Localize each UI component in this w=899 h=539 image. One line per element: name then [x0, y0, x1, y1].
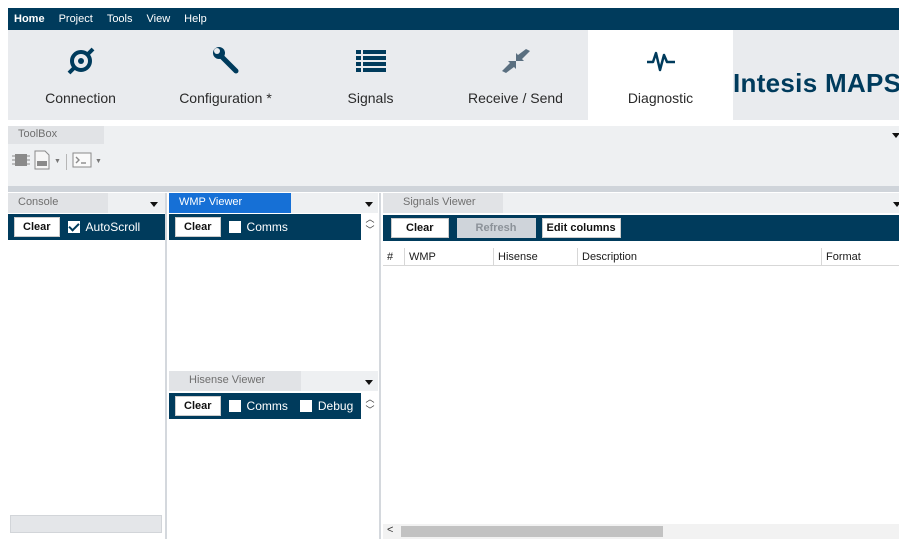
tab-label: Configuration *	[179, 90, 272, 106]
menu-home[interactable]: Home	[14, 13, 45, 25]
ribbon: Connection Configuration * Signals Recei…	[8, 30, 899, 120]
splitter[interactable]	[379, 193, 381, 539]
chevron-down-icon[interactable]: ﹀	[364, 225, 376, 236]
horizontal-scrollbar[interactable]: <	[383, 524, 899, 539]
tab-receive-send[interactable]: Receive / Send	[443, 30, 588, 120]
chevron-left-icon[interactable]: <	[387, 524, 393, 536]
terminal-icon[interactable]	[72, 152, 92, 171]
toolbox-header: ToolBox	[8, 126, 899, 144]
checkbox-label: Debug	[317, 399, 354, 413]
signals-table-header: # WMP Hisense Description Format	[383, 248, 899, 266]
hisense-viewer-toolbar: Clear Comms Debug	[169, 393, 361, 419]
column-header-wmp[interactable]: WMP	[405, 248, 494, 266]
autoscroll-checkbox[interactable]: AutoScroll	[67, 220, 141, 234]
wmp-viewer-dropdown-icon[interactable]	[365, 202, 373, 207]
list-icon	[355, 44, 386, 78]
signals-viewer-tab[interactable]: Signals Viewer	[383, 193, 503, 213]
splitter[interactable]	[165, 193, 167, 539]
signals-viewer-dropdown-icon[interactable]	[893, 202, 899, 207]
menu-help[interactable]: Help	[184, 13, 207, 25]
checkbox-box[interactable]	[299, 400, 312, 412]
hisense-scroll-buttons[interactable]: ︿ ﹀	[364, 394, 376, 416]
console-dropdown-icon[interactable]	[150, 202, 158, 207]
tab-label: Signals	[347, 90, 394, 106]
toolbox: ▼ ▼	[8, 144, 899, 186]
tab-label: Diagnostic	[627, 90, 694, 106]
connection-icon	[66, 44, 96, 78]
column-header-number[interactable]: #	[383, 248, 405, 266]
console-tab[interactable]: Console	[8, 193, 108, 213]
chevron-up-icon[interactable]: ︿	[364, 214, 376, 225]
wmp-viewer-tab[interactable]: WMP Viewer	[169, 193, 291, 213]
checkbox-box[interactable]	[228, 400, 241, 412]
toolbox-dropdown-icon[interactable]	[892, 133, 899, 138]
checkbox-box[interactable]	[67, 221, 80, 233]
refresh-button[interactable]: Refresh	[456, 218, 536, 238]
toolbar-separator	[65, 153, 67, 170]
hisense-debug-checkbox[interactable]: Debug	[299, 399, 354, 413]
column-header-format[interactable]: Format	[822, 248, 899, 266]
tab-connection[interactable]: Connection	[8, 30, 153, 120]
chevron-down-icon[interactable]: ﹀	[364, 405, 376, 416]
column-header-hisense[interactable]: Hisense	[494, 248, 578, 266]
menu-view[interactable]: View	[147, 13, 171, 25]
tab-label: Receive / Send	[468, 90, 563, 106]
hisense-clear-button[interactable]: Clear	[175, 396, 221, 416]
toolbox-tab[interactable]: ToolBox	[8, 126, 104, 144]
menu-tools[interactable]: Tools	[107, 13, 133, 25]
menu-project[interactable]: Project	[59, 13, 93, 25]
checkbox-box[interactable]	[228, 221, 241, 233]
wmp-viewer-toolbar: Clear Comms	[169, 214, 361, 240]
menu-bar: Home Project Tools View Help	[8, 8, 899, 30]
wmp-viewer-header: WMP Viewer	[169, 193, 378, 213]
checkbox-label: AutoScroll	[85, 220, 141, 234]
wmp-comms-checkbox[interactable]: Comms	[228, 220, 288, 234]
chip-icon[interactable]	[12, 151, 30, 172]
tab-label: Connection	[45, 90, 116, 106]
wrench-icon	[210, 44, 242, 78]
checkbox-label: Comms	[246, 220, 288, 234]
scrollbar-thumb[interactable]	[401, 526, 663, 537]
edit-columns-button[interactable]: Edit columns	[541, 218, 621, 238]
signals-viewer-header: Signals Viewer	[383, 193, 899, 213]
pulse-icon	[646, 44, 676, 78]
chevron-down-icon[interactable]: ▼	[54, 158, 61, 165]
console-header: Console	[8, 193, 165, 213]
tab-diagnostic[interactable]: Diagnostic	[588, 30, 733, 120]
hisense-viewer-tab[interactable]: Hisense Viewer	[169, 371, 301, 391]
log-file-icon[interactable]	[33, 150, 51, 173]
panel-divider	[8, 186, 899, 192]
console-clear-button[interactable]: Clear	[14, 217, 60, 237]
signals-viewer-toolbar: Clear Refresh Edit columns	[383, 215, 899, 241]
hisense-viewer-dropdown-icon[interactable]	[365, 380, 373, 385]
wmp-clear-button[interactable]: Clear	[175, 217, 221, 237]
tab-configuration[interactable]: Configuration *	[153, 30, 298, 120]
hisense-comms-checkbox[interactable]: Comms	[228, 399, 288, 413]
tab-signals[interactable]: Signals	[298, 30, 443, 120]
signals-clear-button[interactable]: Clear	[391, 218, 449, 238]
brand-title: Intesis MAPS	[733, 68, 899, 98]
chevron-up-icon[interactable]: ︿	[364, 394, 376, 405]
console-status-box	[10, 515, 162, 533]
receive-send-icon	[500, 44, 532, 78]
console-toolbar: Clear AutoScroll	[8, 214, 165, 240]
chevron-down-icon[interactable]: ▼	[95, 158, 102, 165]
checkbox-label: Comms	[246, 399, 288, 413]
wmp-scroll-buttons[interactable]: ︿ ﹀	[364, 214, 376, 236]
column-header-description[interactable]: Description	[578, 248, 822, 266]
hisense-viewer-header: Hisense Viewer	[169, 371, 378, 391]
